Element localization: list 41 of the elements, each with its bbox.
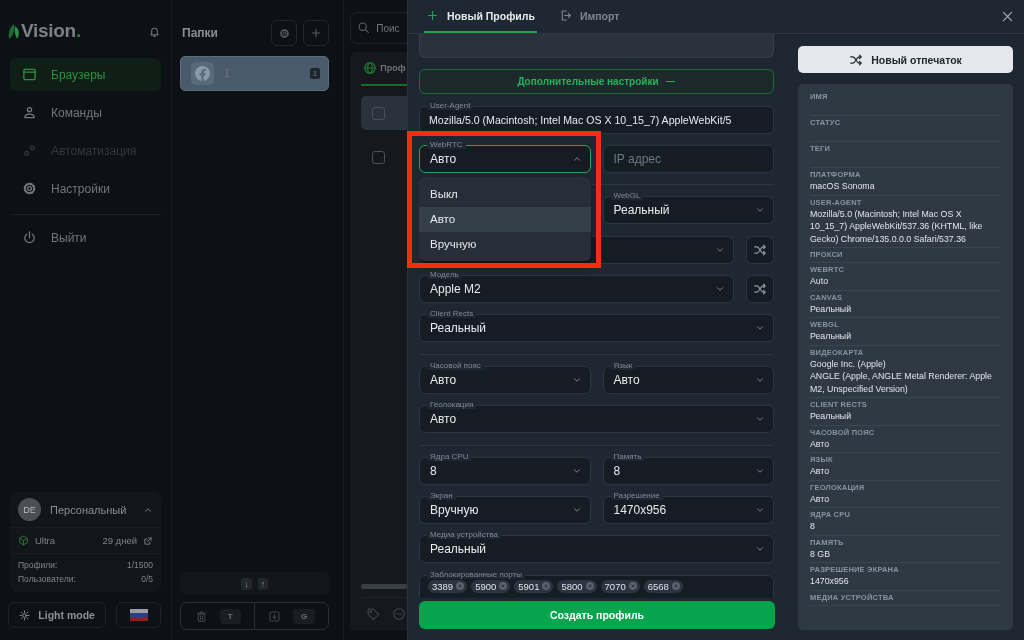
field-label: Ядра CPU (427, 451, 472, 461)
field-label: Модель (427, 270, 462, 280)
count-badge: 1 (309, 68, 321, 79)
field-label: User-Agent (427, 100, 474, 110)
field-label: Client Rects (427, 309, 477, 319)
field-label: WebGL (610, 191, 644, 201)
stat-value: 0/5 (141, 574, 153, 584)
stat-label: Профили: (18, 560, 58, 570)
field-label: Часовой пояс (427, 360, 484, 370)
plan-name: Ultra (35, 535, 56, 546)
summary-value: 8 GB (810, 547, 832, 560)
summary-value: Mozilla/5.0 (Macintosh; Intel Mac OS X 10_15_7) AppleWebKit/537.36 (KHTML, like Gecko) Chrome/135.0.0.0 Safari/537.36 (810, 207, 984, 245)
summary-value: ANGLE (Apple, ANGLE Metal Renderer: Apple M2, Unspecified Version) (810, 370, 993, 395)
summary-value: Авто (810, 465, 831, 478)
field-label: Разрешение (610, 491, 663, 501)
shortcut-key: T (219, 608, 241, 624)
summary-value: Реальный (810, 302, 853, 315)
summary-value: macOS Sonoma (810, 180, 876, 193)
field-label: Медиа устройства (427, 530, 502, 540)
field-label: Экран (427, 491, 456, 501)
stat-value: 1/1500 (127, 560, 153, 570)
field-label: WebRTC (427, 139, 466, 149)
field-label: Память (610, 451, 645, 461)
avatar: DE (18, 498, 41, 521)
summary-value: Auto (810, 275, 830, 288)
summary-value: Google Inc. (Apple) (810, 357, 887, 370)
account-name: Персональный (50, 503, 127, 516)
field-label: Геолокация (427, 400, 477, 410)
summary-value: Реальный (810, 410, 853, 423)
logo-text: Vision. (21, 20, 81, 42)
folders-title: Папки (181, 26, 218, 40)
field-label: Заблокированные порты (427, 569, 525, 579)
summary-value: Авто (810, 437, 831, 450)
shortcut-key: G (293, 608, 316, 624)
summary-value: 8 (810, 520, 816, 533)
field-label: Язык (610, 360, 636, 370)
summary-value: Реальный (810, 330, 853, 343)
days-left: 29 дней (102, 535, 137, 546)
stat-label: Пользователи: (18, 574, 76, 584)
summary-value: Авто (810, 492, 831, 505)
summary-value: 1470x956 (810, 575, 850, 588)
